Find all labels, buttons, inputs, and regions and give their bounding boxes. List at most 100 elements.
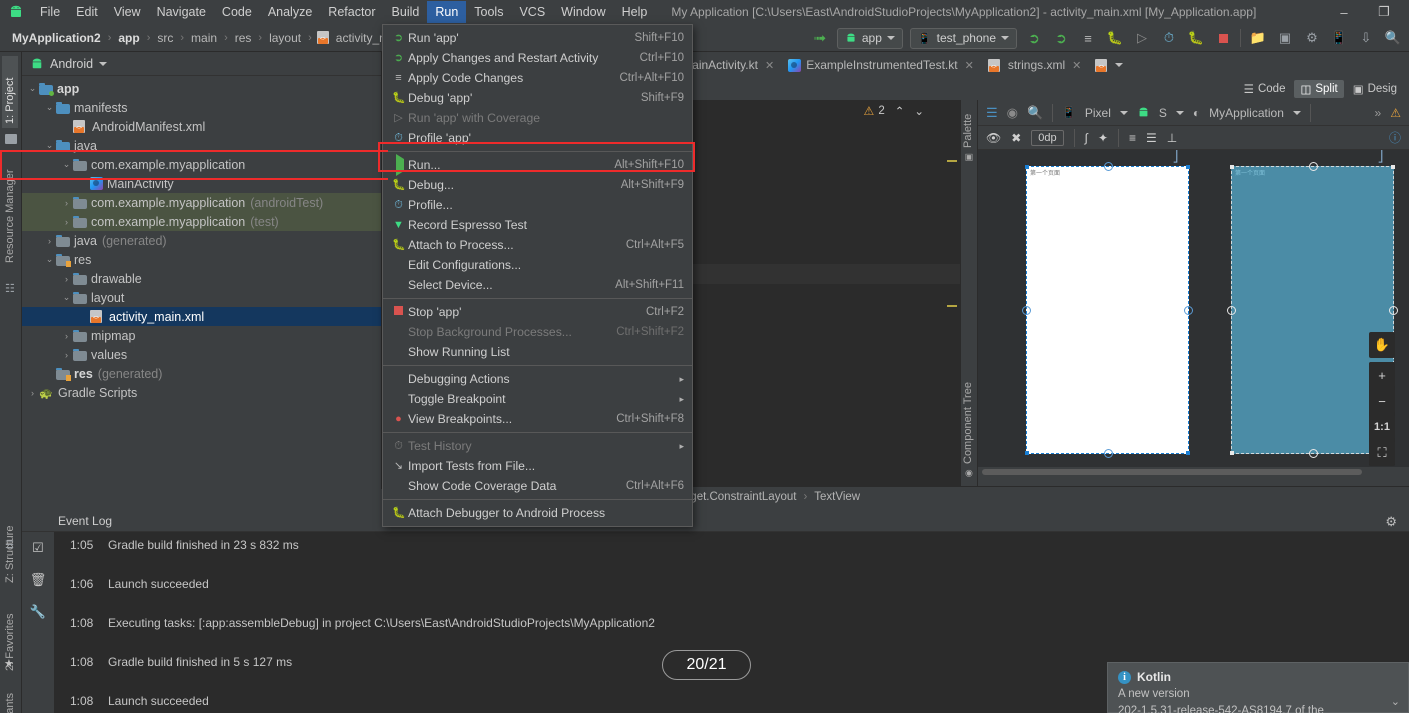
resize-handle[interactable] — [1230, 451, 1234, 455]
left-tool-strip[interactable]: 1: Project Resource Manager ☷ Z: Structu… — [0, 52, 22, 713]
menu-item-show-code-coverage-data[interactable]: Show Code Coverage Data Ctrl+Alt+F6 — [383, 476, 692, 496]
device-name-label[interactable]: Pixel — [1085, 106, 1111, 120]
run-configuration-selector[interactable]: app — [836, 27, 903, 49]
tree-expander[interactable]: › — [60, 274, 73, 284]
design-surface[interactable]: ☰ ◉ 🔍 📱 Pixel S ◐ MyApplication » ⚠ 👁 ✖ … — [978, 100, 1409, 486]
close-icon[interactable]: ✕ — [1072, 59, 1081, 72]
apply-code-changes-icon[interactable]: ≡ — [1078, 28, 1098, 48]
pan-tool-button[interactable]: ✋ — [1369, 332, 1395, 358]
breadcrumb-src[interactable]: src — [155, 31, 175, 45]
minimize-button[interactable]: – — [1337, 5, 1351, 20]
menu-item-view-breakpoints[interactable]: ● View Breakpoints... Ctrl+Shift+F8 — [383, 409, 692, 429]
search-icon[interactable]: 🔍 — [1383, 28, 1403, 48]
tree-expander[interactable]: ⌄ — [43, 254, 56, 265]
sync-gradle-icon[interactable]: ⇩ — [1356, 28, 1376, 48]
tree-expander[interactable]: › — [60, 331, 73, 341]
menu-edit[interactable]: Edit — [68, 1, 106, 23]
run-with-coverage-icon[interactable]: ▷ — [1132, 28, 1152, 48]
menu-item-show-running-list[interactable]: Show Running List — [383, 342, 692, 362]
event-log-actions[interactable]: ☑ 🗑 🔧 — [22, 532, 54, 713]
constraint-error-icon[interactable]: ✖ — [1011, 131, 1021, 145]
warning-triangle-icon[interactable]: ⚠ — [1390, 106, 1401, 120]
attach-debugger-icon[interactable]: 🐛 — [1186, 28, 1206, 48]
tree-node-mainactivity[interactable]: › MainActivity — [22, 174, 381, 193]
resize-handle[interactable] — [1230, 165, 1234, 169]
align-icon[interactable]: ☰ — [1146, 131, 1157, 145]
tree-expander[interactable]: › — [77, 312, 90, 322]
menu-help[interactable]: Help — [614, 1, 656, 23]
zoom-in-button[interactable]: + — [1369, 362, 1395, 388]
tree-node-com-example-myapplication[interactable]: › com.example.myapplication (androidTest) — [22, 193, 381, 212]
zoom-select-icon[interactable]: 🔍 — [1027, 105, 1043, 121]
constraint-handle-top[interactable]: ⎦ — [1376, 152, 1385, 163]
menu-item-debug[interactable]: 🐛 Debug... Alt+Shift+F9 — [383, 175, 692, 195]
margin-value[interactable]: 0dp — [1031, 129, 1064, 146]
breadcrumb-layout[interactable]: layout — [267, 31, 303, 45]
menu-item-profile[interactable]: ⏱ Profile... — [383, 195, 692, 215]
constraint-anchor-left[interactable] — [1022, 306, 1031, 315]
resize-handle[interactable] — [1025, 451, 1029, 455]
tree-node-androidmanifest-xml[interactable]: › AndroidManifest.xml — [22, 117, 381, 136]
palette-tab[interactable]: ▣ Palette — [962, 104, 974, 162]
constraint-anchor-top[interactable] — [1309, 162, 1318, 171]
menu-item-toggle-breakpoint[interactable]: Toggle Breakpoint ▸ — [383, 389, 692, 409]
menu-item-profile--app[interactable]: ⏱ Profile 'app' — [383, 128, 692, 148]
inspection-status[interactable]: ⚠ 2 ⌃ ⌄ — [864, 104, 924, 118]
mode-code-button[interactable]: ☰ Code — [1238, 80, 1292, 98]
constraint-handle-top[interactable]: ⎦ — [1171, 152, 1180, 163]
tab-strings-xml[interactable]: strings.xml ✕ — [981, 52, 1089, 78]
breadcrumb-res[interactable]: res — [233, 31, 254, 45]
breadcrumb-main[interactable]: main — [189, 31, 219, 45]
tree-node-activity-main-xml[interactable]: › activity_main.xml — [22, 307, 381, 326]
tree-node-mipmap[interactable]: › mipmap — [22, 326, 381, 345]
chevron-down-icon[interactable] — [1175, 110, 1184, 115]
close-icon[interactable]: ✕ — [965, 59, 974, 72]
breadcrumb-project[interactable]: MyApplication2 — [10, 31, 103, 45]
debug-icon[interactable]: 🐛 — [1105, 28, 1125, 48]
menu-item-attach-debugger-to-android-process[interactable]: 🐛 Attach Debugger to Android Process — [383, 503, 692, 523]
sdk-manager-icon[interactable]: 📁 — [1248, 28, 1268, 48]
constraint-anchor-bottom[interactable] — [1309, 449, 1318, 458]
menu-item-debug--app[interactable]: 🐛 Debug 'app' Shift+F9 — [383, 88, 692, 108]
tab-exampleinstrumentedtest-kt[interactable]: ExampleInstrumentedTest.kt ✕ — [781, 52, 981, 78]
constraint-anchor-right[interactable] — [1389, 306, 1398, 315]
wrench-icon[interactable]: 🔧 — [30, 604, 46, 620]
tree-node-res[interactable]: › res (generated) — [22, 364, 381, 383]
blueprint-mode-icon[interactable]: ◉ — [1007, 105, 1018, 121]
theme-label[interactable]: MyApplication — [1209, 106, 1284, 120]
mode-design-button[interactable]: ▣ Desig — [1347, 80, 1403, 98]
apply-changes-restart-icon[interactable]: ➲ — [1051, 28, 1071, 48]
breadcrumb[interactable]: MyApplication2 › app › src › main › res … — [0, 31, 398, 45]
tree-node-drawable[interactable]: › drawable — [22, 269, 381, 288]
event-log-row[interactable]: 1:06 Launch succeeded — [54, 577, 1409, 616]
menu-build[interactable]: Build — [384, 1, 428, 23]
menu-analyze[interactable]: Analyze — [260, 1, 320, 23]
design-preview[interactable]: 第一个页面 — [1022, 162, 1193, 458]
constraint-anchor-right[interactable] — [1184, 306, 1193, 315]
chevron-down-icon[interactable] — [1292, 110, 1301, 115]
menu-item-apply-code-changes[interactable]: ≡ Apply Code Changes Ctrl+Alt+F10 — [383, 68, 692, 88]
stop-icon[interactable] — [1213, 28, 1233, 48]
project-view-selector[interactable]: Android — [22, 52, 381, 76]
sidebar-tab-project[interactable]: 1: Project — [2, 56, 18, 128]
constraint-anchor-bottom[interactable] — [1104, 449, 1113, 458]
chevron-down-icon[interactable] — [1115, 63, 1124, 67]
tree-node-res[interactable]: ⌄ res — [22, 250, 381, 269]
menu-code[interactable]: Code — [214, 1, 260, 23]
design-horizontal-scrollbar[interactable] — [978, 467, 1409, 476]
clear-constraints-icon[interactable]: ∫ — [1085, 131, 1088, 145]
device-file-explorer-icon[interactable]: 📱 — [1329, 28, 1349, 48]
device-manager-icon[interactable]: ⚙ — [1302, 28, 1322, 48]
tree-expander[interactable]: › — [60, 350, 73, 360]
menu-view[interactable]: View — [106, 1, 149, 23]
menu-tools[interactable]: Tools — [466, 1, 511, 23]
event-log-row[interactable]: 1:05 Gradle build finished in 23 s 832 ms — [54, 538, 1409, 577]
menu-item-edit-configurations[interactable]: Edit Configurations... — [383, 255, 692, 275]
run-app-icon[interactable]: ➲ — [1024, 28, 1044, 48]
zoom-controls[interactable]: ✋ + − 1:1 ⛶ — [1369, 332, 1395, 466]
tree-expander[interactable]: › — [60, 198, 73, 208]
tree-expander[interactable]: › — [26, 388, 39, 398]
constraint-anchor-left[interactable] — [1227, 306, 1236, 315]
menu-navigate[interactable]: Navigate — [149, 1, 214, 23]
tree-node-app[interactable]: ⌄ app — [22, 79, 381, 98]
